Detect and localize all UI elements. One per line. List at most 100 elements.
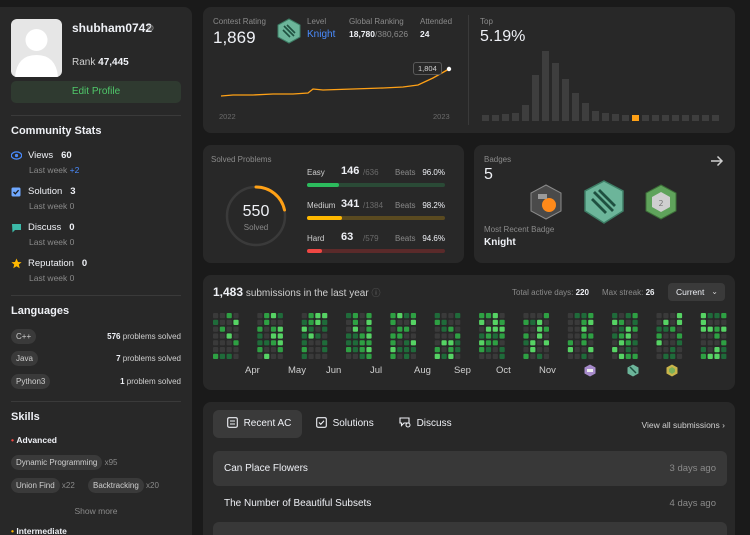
difficulty-count: 146 [341, 165, 360, 177]
heatmap-cell [264, 347, 270, 353]
heatmap-cell [499, 333, 505, 339]
heatmap-cell [390, 340, 396, 346]
distribution-histogram [482, 51, 719, 121]
view-all-submissions-link[interactable]: View all submissions › [642, 420, 725, 430]
heatmap-cell [663, 319, 669, 325]
month-label: May [288, 365, 306, 376]
heatmap-cell [574, 347, 580, 353]
heatmap-cell [700, 340, 706, 346]
heatmap-cell [257, 353, 263, 359]
heatmap-cell [537, 319, 543, 325]
heatmap-cell [618, 313, 625, 319]
difficulty-bar-medium [307, 216, 445, 220]
community-stats-title: Community Stats [11, 125, 102, 137]
heatmap-cell [434, 319, 440, 325]
heatmap-cell [523, 313, 529, 319]
skill-tag[interactable]: Backtracking [88, 478, 144, 493]
tab-recent-ac[interactable]: Recent AC [227, 410, 291, 438]
edit-profile-button[interactable]: Edit Profile [11, 81, 181, 103]
heatmap-cell [612, 353, 618, 359]
info-icon[interactable]: ⓘ [371, 288, 380, 298]
year-select[interactable]: Current ⌄ [668, 283, 725, 301]
avatar[interactable] [11, 19, 62, 77]
heatmap-cell [397, 326, 403, 332]
heatmap-cell [714, 340, 720, 346]
heatmap-cell [441, 347, 447, 353]
list-item[interactable] [213, 522, 727, 535]
heatmap-cell [346, 347, 352, 353]
heatmap-cell [315, 347, 321, 353]
heatmap-cell [707, 319, 713, 325]
heatmap-cell [346, 319, 352, 325]
heatmap-cell [346, 340, 352, 346]
stat-delta: +2 [69, 165, 80, 175]
arrow-right-icon[interactable] [710, 154, 724, 168]
heatmap-cell [537, 313, 543, 319]
heatmap-cell [315, 313, 321, 319]
heatmap-cell [530, 313, 536, 319]
heatmap-cell [264, 353, 270, 359]
heatmap-cell [366, 326, 372, 332]
chat-icon [12, 224, 21, 233]
max-streak-label: Max streak: [602, 288, 644, 297]
heatmap-cell [574, 326, 580, 332]
heatmap-cell [543, 353, 549, 359]
heatmap-cell [277, 340, 283, 346]
heatmap-cell [397, 353, 403, 359]
level-value[interactable]: Knight [307, 29, 335, 40]
divider [11, 115, 181, 116]
heatmap-cell [390, 353, 396, 359]
stat-value: 0 [69, 222, 75, 233]
advanced-label: Advanced [16, 435, 57, 445]
heatmap-cell [346, 326, 352, 332]
heatmap-cell [721, 333, 727, 339]
list-item[interactable]: Can Place Flowers 3 days ago [213, 451, 727, 486]
language-tag[interactable]: C++ [11, 329, 37, 344]
max-streak: Max streak: 26 [602, 288, 654, 297]
heatmap-cell [257, 333, 263, 339]
language-tag[interactable]: Java [11, 351, 38, 366]
heatmap-cell [359, 319, 365, 325]
heatmap-cell [410, 353, 416, 359]
heatmap-cell [656, 313, 662, 319]
skill-tag[interactable]: Dynamic Programming [11, 455, 103, 470]
heatmap-cell [404, 340, 410, 346]
recent-badge-label: Most Recent Badge [484, 225, 555, 234]
heatmap-cell [537, 340, 543, 346]
heatmap-cell [485, 333, 492, 339]
heatmap-cell [233, 333, 239, 339]
list-item[interactable]: The Number of Beautiful Subsets 4 days a… [213, 486, 727, 521]
heatmap-cell [700, 319, 706, 325]
heatmap-cell [301, 347, 307, 353]
heatmap-cell [663, 313, 669, 319]
month-badge-icon[interactable] [584, 364, 596, 377]
heatmap-cell [588, 347, 594, 353]
heatmap-cell [656, 333, 662, 339]
bar-fill [307, 216, 342, 220]
annual-badge-icon[interactable]: 2 [644, 183, 678, 221]
heatmap-cell [322, 333, 328, 339]
heatmap-cell [301, 340, 307, 346]
heatmap-cell [270, 326, 277, 332]
month-badge-icon[interactable] [627, 364, 639, 377]
show-more-link[interactable]: Show more [0, 506, 192, 516]
language-row: Python3 1 problem solved [11, 374, 181, 390]
heatmap-cell [632, 326, 638, 332]
heatmap-cell [441, 313, 447, 319]
heatmap-cell [656, 353, 662, 359]
heatmap-cell [397, 340, 403, 346]
heatmap-cell [676, 319, 683, 325]
heatmap-cell [632, 340, 638, 346]
month-badge-icon[interactable] [666, 364, 678, 377]
bar-fill [307, 183, 339, 187]
contest-badge-icon[interactable] [529, 183, 563, 221]
heatmap-cell [301, 319, 307, 325]
heatmap-cell [670, 333, 676, 339]
tab-discuss[interactable]: Discuss [399, 410, 452, 438]
skill-tag[interactable]: Union Find [11, 478, 60, 493]
skill-count: x22 [61, 481, 75, 490]
heatmap-cell [352, 319, 358, 325]
tab-solutions[interactable]: Solutions [316, 410, 374, 438]
language-tag[interactable]: Python3 [11, 374, 51, 389]
knight-badge-large-icon[interactable] [582, 179, 626, 225]
